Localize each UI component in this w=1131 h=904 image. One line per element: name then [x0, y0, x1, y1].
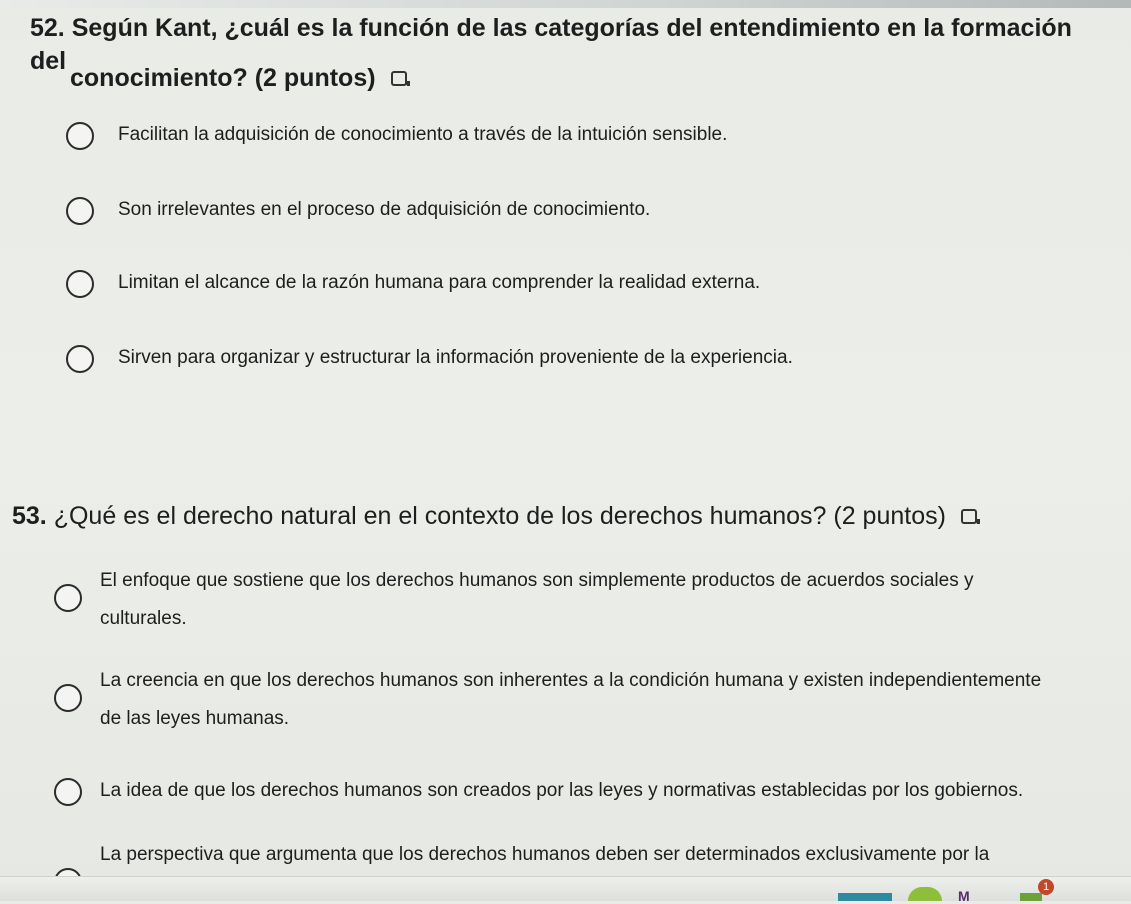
question-number: 53.: [12, 502, 47, 530]
option-text: El enfoque que sostiene que los derechos…: [100, 570, 974, 591]
question-53-title: 53. ¿Qué es el derecho natural en el con…: [12, 500, 1112, 533]
radio-button[interactable]: [66, 122, 94, 150]
option-text: La perspectiva que argumenta que los der…: [100, 844, 990, 865]
question-text: ¿Qué es el derecho natural en el context…: [53, 502, 946, 530]
taskbar-app-icon[interactable]: [1020, 893, 1042, 901]
taskbar-app-icon[interactable]: [908, 887, 942, 901]
question-number: 52.: [30, 14, 65, 42]
option-text: La idea de que los derechos humanos son …: [100, 780, 1024, 801]
question-52-title-line2: conocimiento? (2 puntos): [70, 62, 411, 95]
option-text: Limitan el alcance de la razón humana pa…: [118, 272, 761, 293]
mail-icon[interactable]: M: [958, 889, 984, 903]
radio-button[interactable]: [66, 270, 94, 298]
taskbar-app-icon[interactable]: [838, 893, 892, 901]
radio-button[interactable]: [54, 684, 82, 712]
taskbar: M 1: [0, 876, 1131, 903]
radio-button[interactable]: [66, 345, 94, 373]
notification-badge[interactable]: 1: [1038, 879, 1054, 895]
radio-button[interactable]: [54, 778, 82, 806]
option-text-line2: culturales.: [100, 608, 187, 629]
option-text: Sirven para organizar y estructurar la i…: [118, 347, 793, 368]
option-text: Son irrelevantes en el proceso de adquis…: [118, 199, 651, 220]
immersive-reader-icon[interactable]: [390, 64, 411, 86]
option-text: Facilitan la adquisición de conocimiento…: [118, 124, 728, 145]
immersive-reader-icon[interactable]: [960, 502, 981, 524]
radio-button[interactable]: [54, 584, 82, 612]
option-text: La creencia en que los derechos humanos …: [100, 670, 1042, 691]
option-text-line2: de las leyes humanas.: [100, 708, 290, 729]
question-text-line2: conocimiento? (2 puntos): [70, 64, 376, 92]
radio-button[interactable]: [66, 197, 94, 225]
window-top-edge: [0, 0, 1131, 8]
